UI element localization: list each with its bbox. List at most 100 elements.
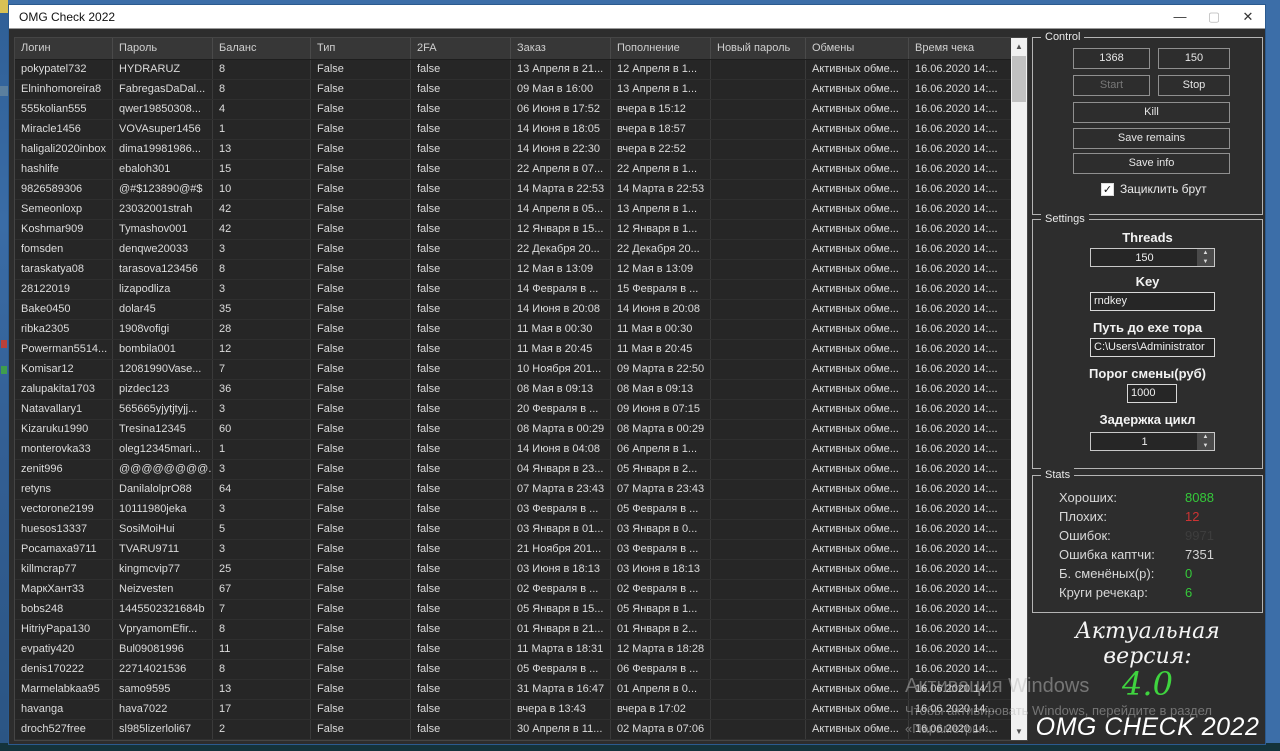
table-row[interactable]: Powerman5514...bombila00112Falsefalse11 … bbox=[15, 340, 1012, 360]
table-row[interactable]: ribka23051908vofigi28Falsefalse11 Мая в … bbox=[15, 320, 1012, 340]
cell-exchanges: Активных обме... bbox=[806, 160, 909, 179]
cycle-delay-spinner[interactable]: 1 ▲ ▼ bbox=[1090, 432, 1215, 451]
scroll-up-icon[interactable]: ▲ bbox=[1011, 38, 1027, 55]
column-header[interactable]: Новый пароль bbox=[711, 38, 806, 59]
cell-order: 02 Февраля в ... bbox=[511, 580, 611, 599]
column-header[interactable]: Пароль bbox=[113, 38, 213, 59]
column-header[interactable]: 2FA bbox=[411, 38, 511, 59]
column-header[interactable]: Пополнение bbox=[611, 38, 711, 59]
cell-2fa: false bbox=[411, 620, 511, 639]
results-table: ЛогинПарольБалансТип2FAЗаказПополнениеНо… bbox=[14, 37, 1028, 741]
vertical-scrollbar[interactable]: ▲ ▼ bbox=[1011, 38, 1027, 740]
table-row[interactable]: 9826589306@#$123890@#$10Falsefalse14 Мар… bbox=[15, 180, 1012, 200]
table-row[interactable]: retynsDanilalolprO8864Falsefalse07 Марта… bbox=[15, 480, 1012, 500]
column-header[interactable]: Обмены bbox=[806, 38, 909, 59]
start-button[interactable]: Start bbox=[1073, 75, 1150, 96]
table-row[interactable]: zenit996@@@@@@@@...3Falsefalse04 Января … bbox=[15, 460, 1012, 480]
column-header[interactable]: Тип bbox=[311, 38, 411, 59]
cell-order: 13 Апреля в 21... bbox=[511, 60, 611, 79]
table-row[interactable]: vectorone219910111980jeka3Falsefalse03 Ф… bbox=[15, 500, 1012, 520]
threads-spin-buttons[interactable]: ▲ ▼ bbox=[1197, 249, 1214, 266]
table-row[interactable]: Semeonloxp23032001strah42Falsefalse14 Ап… bbox=[15, 200, 1012, 220]
table-row[interactable]: Komisar1212081990Vase...7Falsefalse10 Но… bbox=[15, 360, 1012, 380]
spin-up-icon[interactable]: ▲ bbox=[1197, 249, 1214, 258]
column-header[interactable]: Заказ bbox=[511, 38, 611, 59]
cell-check-time: 16.06.2020 14:... bbox=[909, 200, 1012, 219]
table-row[interactable]: zalupakita1703pizdec12336Falsefalse08 Ма… bbox=[15, 380, 1012, 400]
desktop-edge-left bbox=[0, 0, 8, 743]
column-header[interactable]: Время чека bbox=[909, 38, 1012, 59]
cell-exchanges: Активных обме... bbox=[806, 460, 909, 479]
threads-spinner[interactable]: 150 ▲ ▼ bbox=[1090, 248, 1215, 267]
table-row[interactable]: МаркХант33Neizvesten67Falsefalse02 Февра… bbox=[15, 580, 1012, 600]
column-header[interactable]: Логин bbox=[15, 38, 113, 59]
maximize-button[interactable]: ▢ bbox=[1197, 5, 1231, 28]
cell-balance: 13 bbox=[213, 680, 311, 699]
table-row[interactable]: 555kolian555qwer19850308...4Falsefalse06… bbox=[15, 100, 1012, 120]
spin-down-icon[interactable]: ▼ bbox=[1197, 258, 1214, 267]
kill-button[interactable]: Kill bbox=[1073, 102, 1230, 123]
tor-path-input[interactable]: C:\Users\Administrator bbox=[1090, 338, 1215, 357]
change-threshold-input[interactable]: 1000 bbox=[1127, 384, 1177, 403]
cell-password: dima19981986... bbox=[113, 140, 213, 159]
table-row[interactable]: Miracle1456VOVAsuper14561Falsefalse14 Ию… bbox=[15, 120, 1012, 140]
table-row[interactable]: evpatiy420Bul0908199611Falsefalse11 Март… bbox=[15, 640, 1012, 660]
scrollbar-thumb[interactable] bbox=[1012, 56, 1026, 102]
table-row[interactable]: havangahava702217Falsefalseвчера в 13:43… bbox=[15, 700, 1012, 720]
cell-balance: 7 bbox=[213, 600, 311, 619]
table-row[interactable]: taraskatya08tarasova1234568Falsefalse12 … bbox=[15, 260, 1012, 280]
table-row[interactable]: hashlifeebaloh30115Falsefalse22 Апреля в… bbox=[15, 160, 1012, 180]
table-row[interactable]: Pocamaxa9711TVARU97113Falsefalse21 Ноябр… bbox=[15, 540, 1012, 560]
table-row[interactable]: monterovka33oleg12345mari...1Falsefalse1… bbox=[15, 440, 1012, 460]
control-groupbox: Control 1368 150 Start Stop Kill Save re… bbox=[1032, 37, 1263, 215]
cell-type: False bbox=[311, 660, 411, 679]
cell-check-time: 16.06.2020 14:... bbox=[909, 240, 1012, 259]
cell-login: fomsden bbox=[15, 240, 113, 259]
spin-down-icon[interactable]: ▼ bbox=[1197, 442, 1214, 451]
cell-new-password bbox=[711, 360, 806, 379]
cell-login: ribka2305 bbox=[15, 320, 113, 339]
table-row[interactable]: pokypatel732HYDRARUZ8Falsefalse13 Апреля… bbox=[15, 60, 1012, 80]
table-row[interactable]: Natavallary1565665yjytjtyjj...3Falsefals… bbox=[15, 400, 1012, 420]
cell-password: DanilalolprO88 bbox=[113, 480, 213, 499]
table-row[interactable]: Bake0450dolar4535Falsefalse14 Июня в 20:… bbox=[15, 300, 1012, 320]
table-row[interactable]: Kizaruku1990Tresina1234560Falsefalse08 М… bbox=[15, 420, 1012, 440]
column-header[interactable]: Баланс bbox=[213, 38, 311, 59]
cell-new-password bbox=[711, 540, 806, 559]
table-row[interactable]: 28122019lizapodliza3Falsefalse14 Февраля… bbox=[15, 280, 1012, 300]
table-row[interactable]: HitriyPapa130VpryamomEfir...8Falsefalse0… bbox=[15, 620, 1012, 640]
cell-check-time: 16.06.2020 14:... bbox=[909, 100, 1012, 119]
table-row[interactable]: droch527freesl985lizerloli672Falsefalse3… bbox=[15, 720, 1012, 740]
cell-refill: 06 Апреля в 1... bbox=[611, 440, 711, 459]
cycle-delay-value: 1 bbox=[1091, 433, 1198, 451]
table-row[interactable]: denis170222227140215368Falsefalse05 Февр… bbox=[15, 660, 1012, 680]
save-remains-button[interactable]: Save remains bbox=[1073, 128, 1230, 149]
cell-password: 565665yjytjtyjj... bbox=[113, 400, 213, 419]
table-row[interactable]: fomsdendenqwe200333Falsefalse22 Декабря … bbox=[15, 240, 1012, 260]
table-row[interactable]: bobs2481445502321684b7Falsefalse05 Январ… bbox=[15, 600, 1012, 620]
table-row[interactable]: Koshmar909Tymashov00142Falsefalse12 Янва… bbox=[15, 220, 1012, 240]
spin-up-icon[interactable]: ▲ bbox=[1197, 433, 1214, 442]
table-row[interactable]: haligali2020inboxdima19981986...13Falsef… bbox=[15, 140, 1012, 160]
total-count-box[interactable]: 1368 bbox=[1073, 48, 1150, 69]
loop-brute-checkbox[interactable]: ✓ Зациклить брут bbox=[1101, 182, 1207, 196]
cell-check-time: 16.06.2020 14:... bbox=[909, 260, 1012, 279]
key-input[interactable]: rndkey bbox=[1090, 292, 1215, 311]
cell-exchanges: Активных обме... bbox=[806, 300, 909, 319]
rate-count-box[interactable]: 150 bbox=[1158, 48, 1230, 69]
cell-password: oleg12345mari... bbox=[113, 440, 213, 459]
table-row[interactable]: killmcrap77kingmcvip7725Falsefalse03 Июн… bbox=[15, 560, 1012, 580]
table-row[interactable]: huesos13337SosiMoiHui5Falsefalse03 Январ… bbox=[15, 520, 1012, 540]
cell-type: False bbox=[311, 520, 411, 539]
minimize-button[interactable]: — bbox=[1163, 5, 1197, 28]
table-row[interactable]: Marmelabkaa95samo959513Falsefalse31 Март… bbox=[15, 680, 1012, 700]
cell-refill: 14 Марта в 22:53 bbox=[611, 180, 711, 199]
close-button[interactable]: ✕ bbox=[1231, 5, 1265, 28]
stop-button[interactable]: Stop bbox=[1158, 75, 1230, 96]
checkbox-check-icon[interactable]: ✓ bbox=[1101, 183, 1114, 196]
cell-order: 21 Ноября 201... bbox=[511, 540, 611, 559]
save-info-button[interactable]: Save info bbox=[1073, 153, 1230, 174]
table-row[interactable]: Elninhomoreira8FabregasDaDal...8Falsefal… bbox=[15, 80, 1012, 100]
cell-order: 04 Января в 23... bbox=[511, 460, 611, 479]
cycle-delay-spin-buttons[interactable]: ▲ ▼ bbox=[1197, 433, 1214, 450]
